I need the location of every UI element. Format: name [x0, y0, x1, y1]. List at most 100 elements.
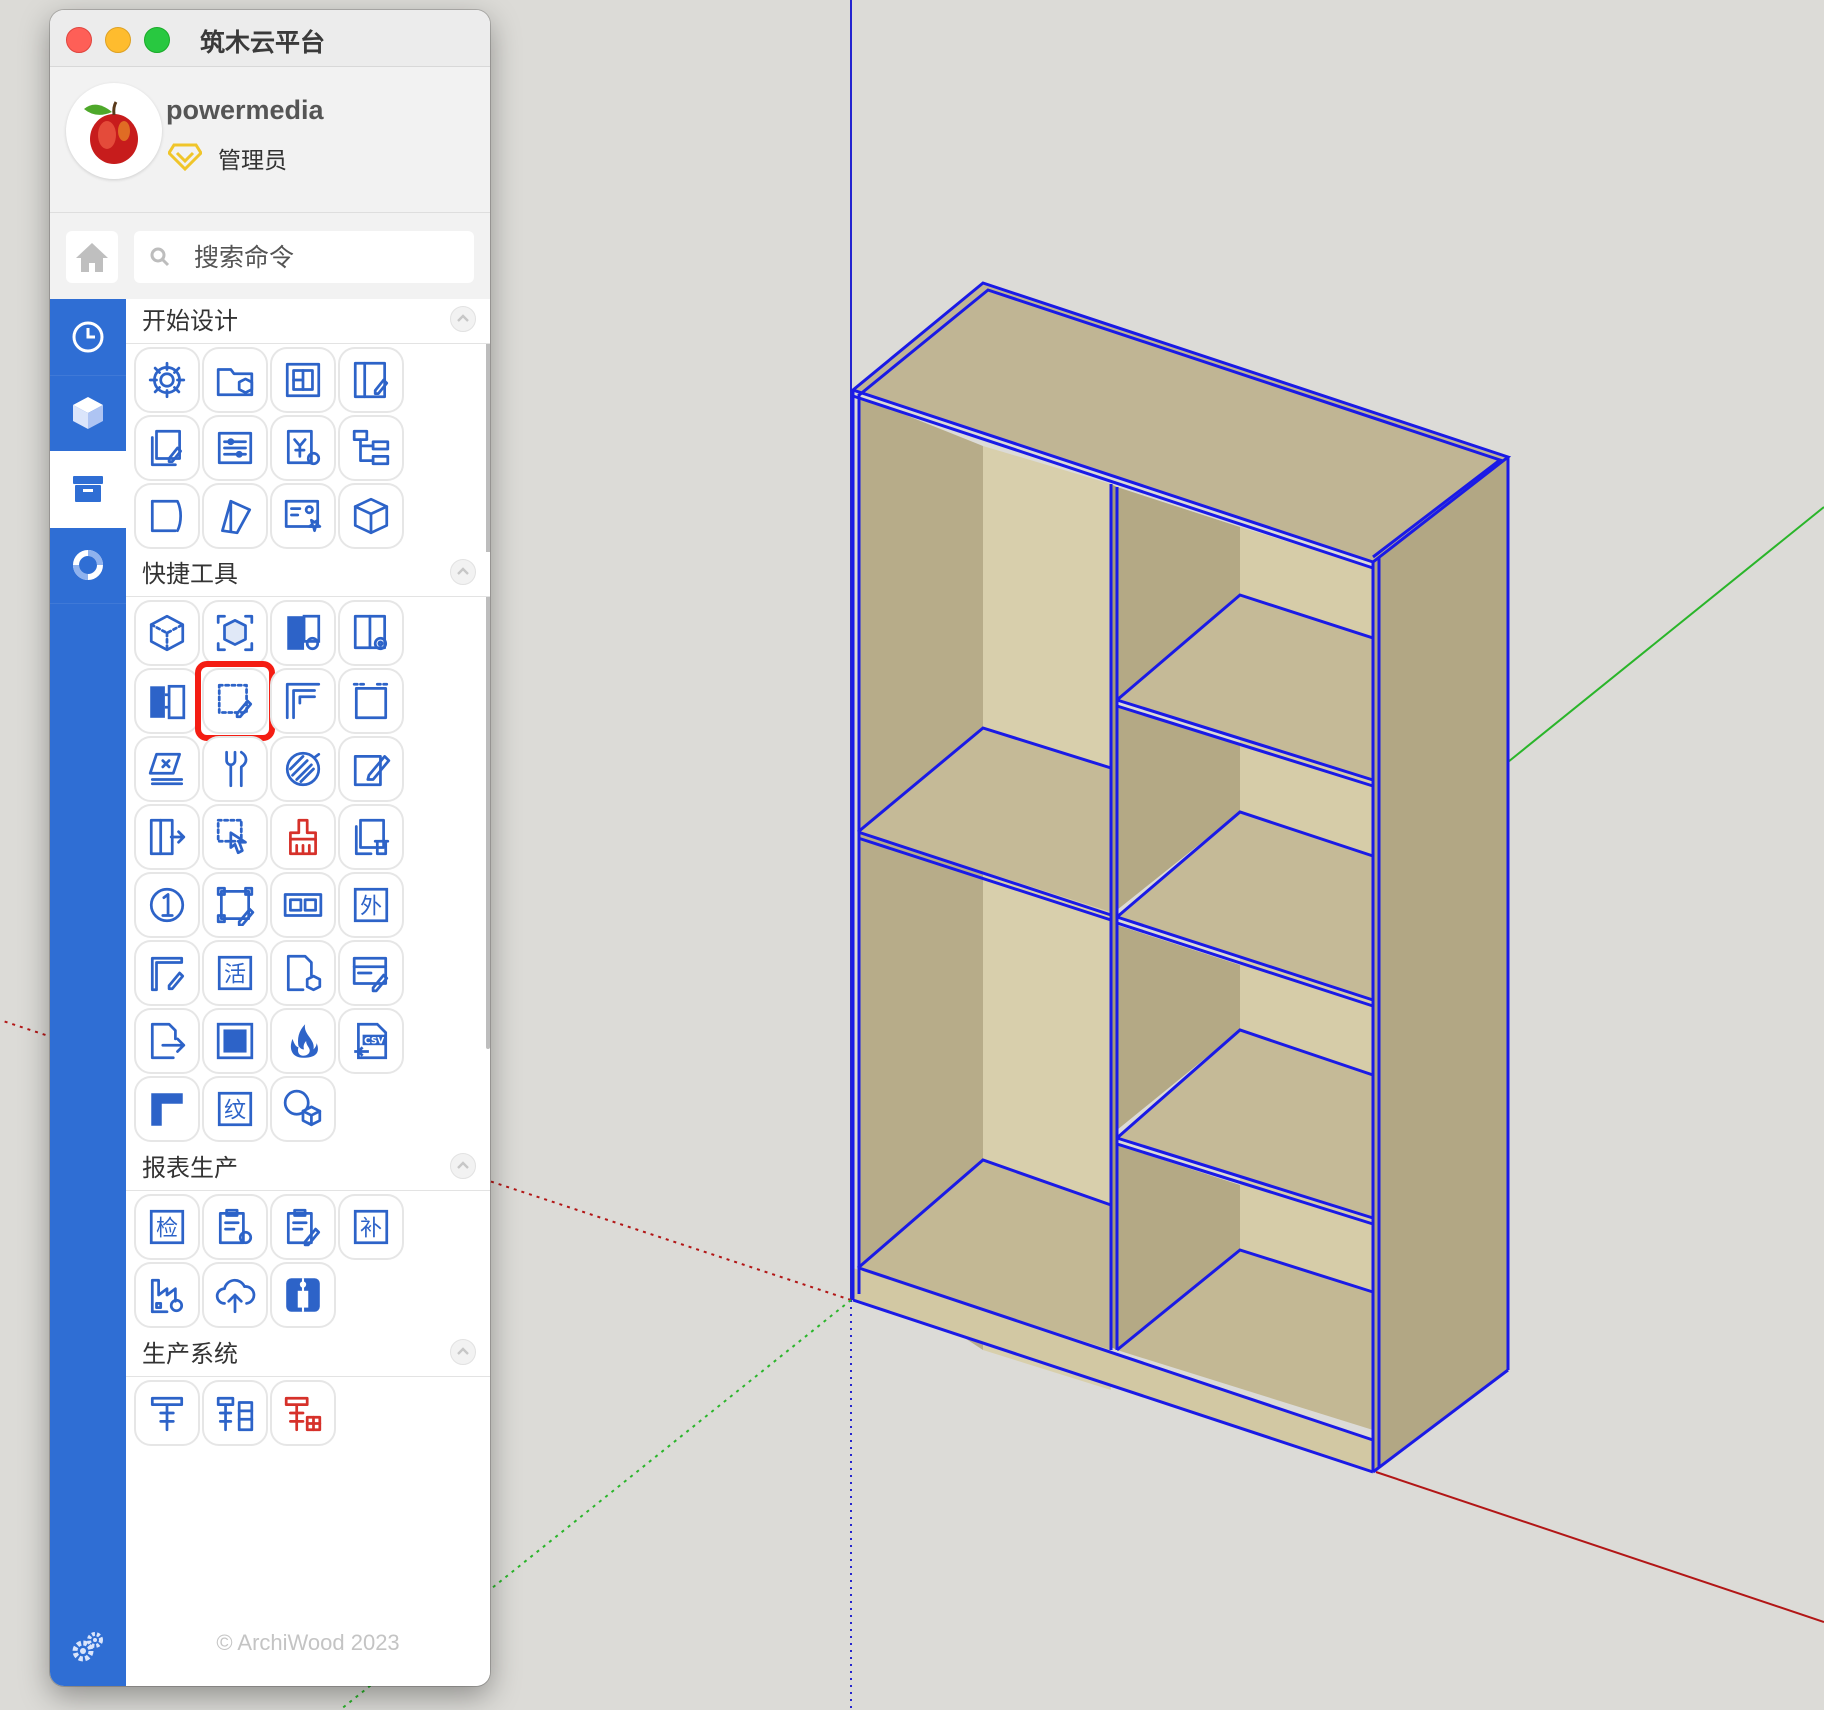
outer-button[interactable]: 外 — [338, 872, 404, 938]
door-exit-icon — [146, 816, 188, 858]
drawer-edit-icon — [350, 952, 392, 994]
door-view-icon — [350, 612, 392, 654]
sidebar-item-model[interactable] — [50, 375, 126, 452]
window-title: 筑木云平台 — [200, 28, 326, 57]
panel-slots-icon — [282, 884, 324, 926]
maximize-window-button[interactable] — [144, 27, 170, 53]
hardware-1-button[interactable] — [134, 1380, 200, 1446]
factory-settings-button[interactable] — [134, 1262, 200, 1328]
search-input[interactable] — [192, 237, 466, 277]
collapse-chevron-up-icon[interactable] — [450, 306, 476, 332]
info-button[interactable] — [270, 1262, 336, 1328]
collapse-chevron-up-icon[interactable] — [450, 559, 476, 585]
tree-button[interactable] — [338, 415, 404, 481]
curved-panel-button[interactable] — [134, 483, 200, 549]
hand-select-button[interactable] — [202, 804, 268, 870]
cube-outline-button[interactable] — [134, 600, 200, 666]
sync-icon — [73, 550, 103, 580]
section-title: 报表生产 — [142, 1154, 238, 1182]
corner-panel-button[interactable] — [134, 940, 200, 1006]
number-one-icon — [146, 884, 188, 926]
section-title: 开始设计 — [142, 307, 238, 335]
brush-icon — [282, 816, 324, 858]
tag-button[interactable] — [202, 483, 268, 549]
panel-edit-button[interactable] — [195, 661, 275, 741]
hardware-3-button[interactable] — [270, 1380, 336, 1446]
export-arrow-button[interactable] — [134, 1008, 200, 1074]
clipboard-edit-button[interactable] — [270, 1194, 336, 1260]
cabinet-split-button[interactable] — [134, 668, 200, 734]
cube-icon — [73, 397, 103, 429]
texture-button[interactable]: 纹 — [202, 1076, 268, 1142]
style-settings-icon — [282, 495, 324, 537]
bookshelf-model[interactable] — [849, 281, 1512, 1474]
svg-text:外: 外 — [360, 894, 382, 919]
door-edit-button[interactable] — [338, 347, 404, 413]
corner-dimension-button[interactable] — [270, 668, 336, 734]
cabinet-split-icon — [146, 680, 188, 722]
frame-edit-button[interactable] — [202, 872, 268, 938]
cloud-upload-button[interactable] — [202, 1262, 268, 1328]
panel-slots-button[interactable] — [270, 872, 336, 938]
clipboard-settings-button[interactable] — [202, 1194, 268, 1260]
settings-button[interactable] — [50, 1608, 126, 1686]
minimize-window-button[interactable] — [105, 27, 131, 53]
collapse-chevron-up-icon[interactable] — [450, 1339, 476, 1365]
sidebar-item-recent[interactable] — [50, 299, 126, 376]
panel-frame-button[interactable] — [338, 668, 404, 734]
plugin-panel-window: 筑木云平台 powermedia 管理员 搜索命令 开始设计 快捷工具 外 活 … — [50, 10, 490, 1686]
file-cube-button[interactable] — [270, 940, 336, 1006]
door-settings-button[interactable] — [270, 600, 336, 666]
home-button[interactable] — [66, 231, 118, 283]
collapse-chevron-up-icon[interactable] — [450, 1153, 476, 1179]
copy-delete-button[interactable] — [338, 804, 404, 870]
fire-button[interactable] — [270, 1008, 336, 1074]
tools-button[interactable] — [202, 736, 268, 802]
door-settings-icon — [282, 612, 324, 654]
door-view-button[interactable] — [338, 600, 404, 666]
avatar[interactable] — [66, 83, 162, 179]
measure-button[interactable] — [134, 736, 200, 802]
section-header[interactable]: 开始设计 — [126, 299, 490, 344]
style-settings-button[interactable] — [270, 483, 336, 549]
scrollbar[interactable] — [486, 299, 490, 1049]
section-header[interactable]: 快捷工具 — [126, 552, 490, 597]
sidebar-item-sync[interactable] — [50, 527, 126, 604]
number-one-button[interactable] — [134, 872, 200, 938]
cube-select-button[interactable] — [202, 600, 268, 666]
csv-export-button[interactable]: CSV — [338, 1008, 404, 1074]
hardware-1-icon — [146, 1392, 188, 1434]
list-settings-button[interactable] — [202, 415, 268, 481]
brush-button[interactable] — [270, 804, 336, 870]
solid-square-button[interactable] — [202, 1008, 268, 1074]
check-button[interactable]: 检 — [134, 1194, 200, 1260]
activity-button[interactable]: 活 — [202, 940, 268, 1006]
supplement-button[interactable]: 补 — [338, 1194, 404, 1260]
close-window-button[interactable] — [66, 27, 92, 53]
price-settings-button[interactable] — [270, 415, 336, 481]
section-header[interactable]: 报表生产 — [126, 1146, 490, 1191]
copy-edit-button[interactable] — [134, 415, 200, 481]
cube-outline-icon — [146, 612, 188, 654]
sidebar-item-cabinet[interactable] — [50, 451, 126, 528]
folder-cube-button[interactable] — [202, 347, 268, 413]
l-shape-button[interactable] — [134, 1076, 200, 1142]
door-exit-button[interactable] — [134, 804, 200, 870]
search-box[interactable] — [134, 231, 474, 283]
grain-rotate-icon — [282, 748, 324, 790]
grain-rotate-button[interactable] — [270, 736, 336, 802]
gear-button[interactable] — [134, 347, 200, 413]
command-list[interactable]: 开始设计快捷工具外活 CSV 纹报表生产检 补生产系统 — [126, 299, 490, 1619]
title-bar: 筑木云平台 — [50, 10, 490, 67]
sphere-cube-button[interactable] — [270, 1076, 336, 1142]
panel-button[interactable] — [270, 347, 336, 413]
measure-icon — [146, 748, 188, 790]
hardware-2-button[interactable] — [202, 1380, 268, 1446]
section-header[interactable]: 生产系统 — [126, 1332, 490, 1377]
drawer-edit-button[interactable] — [338, 940, 404, 1006]
corner-dimension-icon — [282, 680, 324, 722]
svg-text:检: 检 — [156, 1216, 178, 1241]
username: powermedia — [166, 95, 324, 125]
pencil-edit-button[interactable] — [338, 736, 404, 802]
box-button[interactable] — [338, 483, 404, 549]
